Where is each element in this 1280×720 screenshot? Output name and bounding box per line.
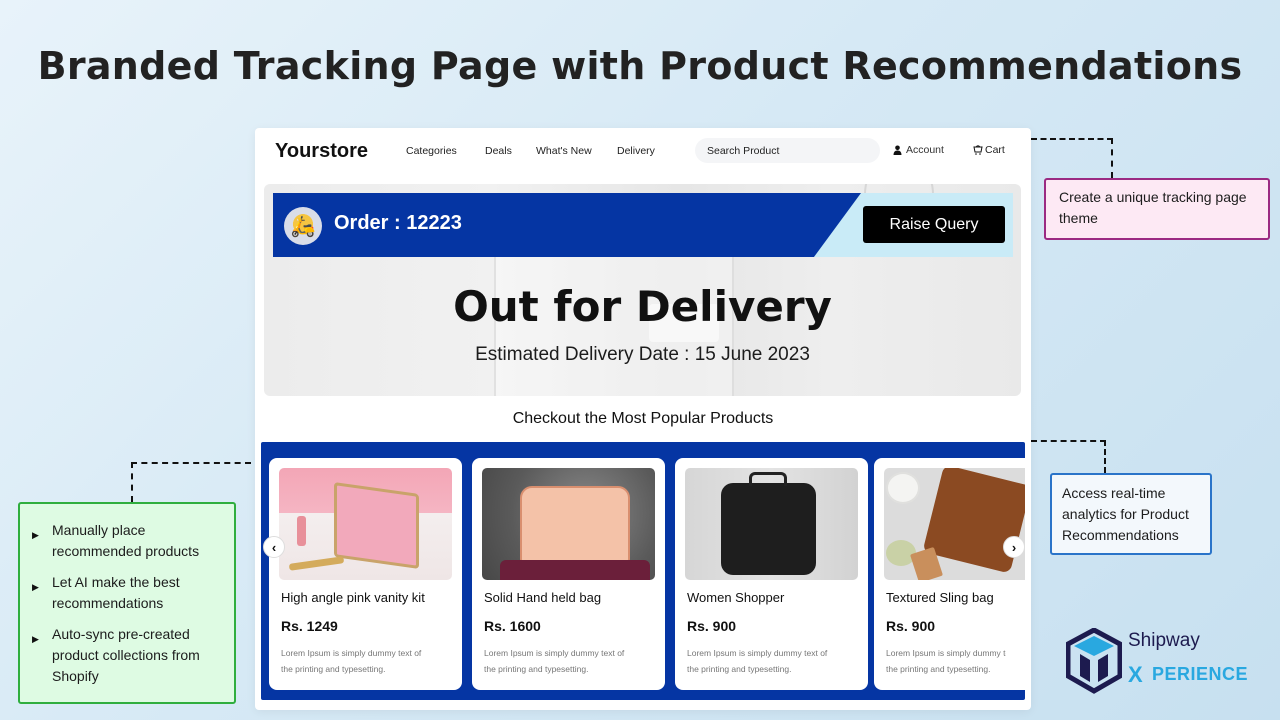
cart-label: Cart xyxy=(985,144,1005,156)
recommendations-title: Checkout the Most Popular Products xyxy=(512,410,774,427)
product-image-hand-held-bag xyxy=(482,468,655,580)
page-headline: Branded Tracking Page with Product Recom… xyxy=(37,44,1243,88)
cart-icon xyxy=(973,145,983,155)
callout-features: ▶ Manually place recommended products ▶ Le… xyxy=(18,502,236,704)
product-price: Rs. 900 xyxy=(886,618,936,634)
connector-features xyxy=(131,462,251,502)
bullet-icon: ▶ xyxy=(32,582,39,592)
order-bar: 🛵 Order : 12223 Raise Query xyxy=(273,193,1013,257)
raise-query-button[interactable]: Raise Query xyxy=(863,206,1005,243)
bullet-icon: ▶ xyxy=(32,530,39,540)
product-card[interactable]: Solid Hand held bag Rs. 1600 Lorem Ipsum… xyxy=(472,458,665,690)
store-mockup: Yourstore Categories Deals What's New De… xyxy=(255,128,1031,710)
product-description: Lorem Ipsum is simply dummy text ofthe p… xyxy=(886,648,1006,674)
brand-subtitle: PERIENCE xyxy=(1152,664,1249,684)
brand-x-glyph: X xyxy=(1128,662,1143,687)
product-name: High angle pink vanity kit xyxy=(281,590,425,605)
product-card[interactable]: Textured Sling bag Rs. 900 Lorem Ipsum i… xyxy=(874,458,1025,690)
product-card[interactable]: Women Shopper Rs. 900 Lorem Ipsum is sim… xyxy=(675,458,868,690)
account-link[interactable]: Account xyxy=(893,144,944,156)
chevron-right-icon: › xyxy=(1011,539,1017,555)
connector-analytics xyxy=(1031,440,1106,473)
callout-analytics: Access real-time analytics for Product R… xyxy=(1050,473,1212,555)
carousel-next-button[interactable]: › xyxy=(1003,536,1025,558)
feature-item: ▶ Let AI make the best recommendations xyxy=(32,572,224,614)
product-image-textured-sling-bag xyxy=(884,468,1025,580)
search-input[interactable] xyxy=(695,138,880,163)
product-price: Rs. 1600 xyxy=(484,618,541,634)
product-name: Textured Sling bag xyxy=(886,590,994,605)
bullet-icon: ▶ xyxy=(32,634,39,644)
product-image-pink-vanity-kit xyxy=(279,468,452,580)
user-icon xyxy=(893,145,902,155)
product-description: Lorem Ipsum is simply dummy text ofthe p… xyxy=(484,648,625,674)
nav-deals[interactable]: Deals xyxy=(485,145,512,157)
tracking-hero: 🛵 Order : 12223 Raise Query Out for Deli… xyxy=(264,184,1021,396)
product-name: Women Shopper xyxy=(687,590,785,605)
feature-item: ▶ Auto-sync pre-created product collectio… xyxy=(32,624,224,687)
callout-theme: Create a unique tracking page theme xyxy=(1044,178,1270,240)
connector-theme xyxy=(1031,138,1113,178)
nav-categories[interactable]: Categories xyxy=(406,145,457,157)
chevron-left-icon: ‹ xyxy=(271,539,277,555)
scooter-icon: 🛵 xyxy=(284,207,322,245)
product-carousel: High angle pink vanity kit Rs. 1249 Lore… xyxy=(261,442,1025,700)
estimated-delivery-date: Estimated Delivery Date : 15 June 2023 xyxy=(475,344,810,365)
product-name: Solid Hand held bag xyxy=(484,590,602,605)
feature-item: ▶ Manually place recommended products xyxy=(32,520,224,562)
product-price: Rs. 1249 xyxy=(281,618,338,634)
shipway-xperience-logo: Shipway X PERIENCE xyxy=(1066,628,1256,696)
nav-delivery[interactable]: Delivery xyxy=(617,145,655,157)
delivery-status: Out for Delivery xyxy=(453,282,832,331)
store-logo[interactable]: Yourstore xyxy=(275,140,368,163)
order-number: Order : 12223 xyxy=(334,212,462,234)
cart-link[interactable]: Cart xyxy=(973,144,1005,156)
shipway-cube-icon xyxy=(1066,628,1122,694)
brand-name: Shipway xyxy=(1128,630,1200,651)
product-description: Lorem Ipsum is simply dummy text ofthe p… xyxy=(281,648,422,674)
store-navbar: Yourstore Categories Deals What's New De… xyxy=(255,128,1031,174)
product-description: Lorem Ipsum is simply dummy text ofthe p… xyxy=(687,648,828,674)
product-price: Rs. 900 xyxy=(687,618,737,634)
product-card[interactable]: High angle pink vanity kit Rs. 1249 Lore… xyxy=(269,458,462,690)
carousel-prev-button[interactable]: ‹ xyxy=(263,536,285,558)
account-label: Account xyxy=(906,144,944,156)
product-image-women-shopper xyxy=(685,468,858,580)
nav-whats-new[interactable]: What's New xyxy=(536,145,592,157)
